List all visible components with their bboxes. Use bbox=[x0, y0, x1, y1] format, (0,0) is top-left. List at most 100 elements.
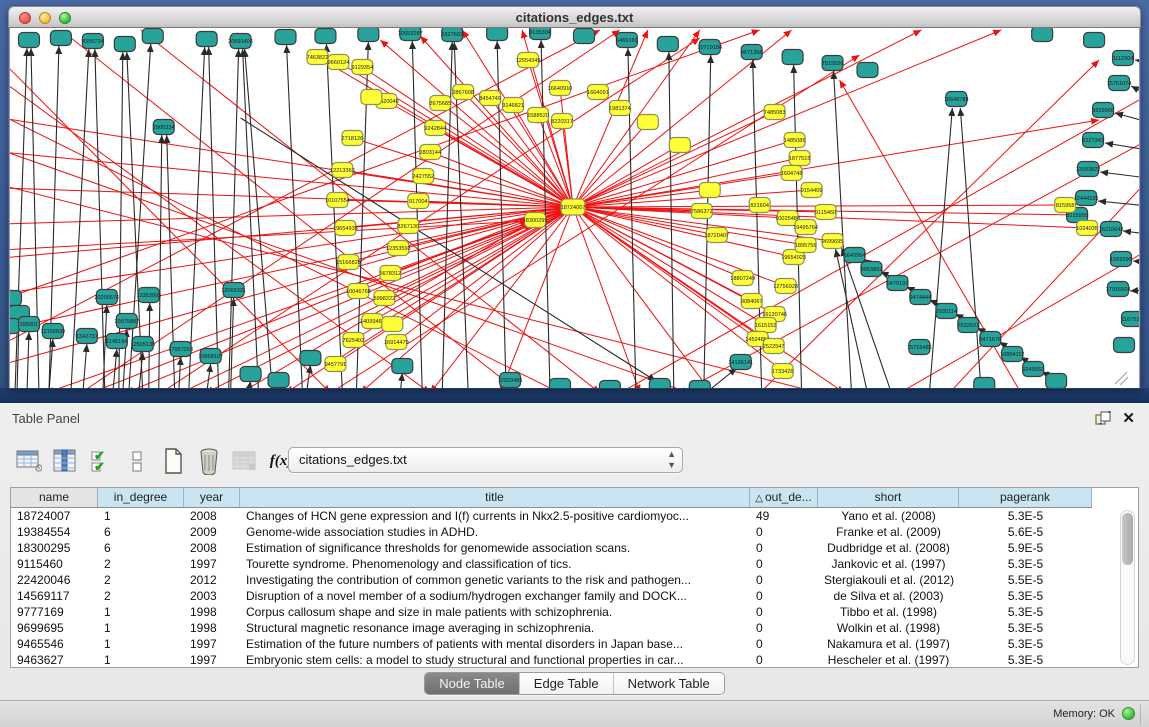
graph-node[interactable]: 9474444 bbox=[910, 290, 932, 305]
graph-node[interactable]: 8267130 bbox=[397, 219, 419, 234]
graph-node[interactable]: 1145194 bbox=[106, 334, 127, 349]
tab-edge-table[interactable]: Edge Table bbox=[520, 673, 614, 694]
graph-edge[interactable] bbox=[704, 55, 711, 388]
graph-node[interactable]: 2522547 bbox=[763, 339, 785, 354]
graph-node[interactable]: 10975887 bbox=[114, 314, 139, 329]
graph-edge[interactable] bbox=[573, 112, 775, 207]
graph-node[interactable] bbox=[240, 367, 261, 382]
table-row[interactable]: 1456911722003Disruption of a novel membe… bbox=[11, 588, 1092, 604]
graph-node[interactable] bbox=[657, 37, 678, 52]
table-cell[interactable]: Embryonic stem cells: a model to study s… bbox=[240, 652, 750, 668]
network-graph[interactable]: 4355724206914061065328715276028135304646… bbox=[10, 28, 1139, 388]
table-cell[interactable]: Franke et al. (2009) bbox=[818, 524, 959, 540]
graph-node[interactable]: 15716485 bbox=[907, 340, 932, 355]
table-cell[interactable]: 2008 bbox=[184, 540, 240, 556]
show-columns-icon[interactable] bbox=[50, 446, 80, 476]
table-cell[interactable]: 2 bbox=[98, 572, 184, 588]
table-cell[interactable]: Disruption of a novel member of a sodium… bbox=[240, 588, 750, 604]
graph-edge[interactable] bbox=[1130, 290, 1139, 291]
graph-edge[interactable] bbox=[1123, 231, 1139, 234]
graph-node[interactable] bbox=[699, 183, 720, 198]
graph-node[interactable]: 9115460 bbox=[815, 205, 836, 220]
table-cell[interactable]: 5.9E-5 bbox=[959, 540, 1092, 556]
graph-node[interactable]: 9245652 bbox=[1022, 362, 1044, 377]
graph-node[interactable]: 9154409 bbox=[801, 183, 823, 198]
graph-edge[interactable] bbox=[834, 71, 852, 388]
graph-node[interactable]: 7485083 bbox=[764, 105, 786, 120]
graph-node[interactable] bbox=[275, 30, 296, 45]
graph-node[interactable]: 10107554 bbox=[325, 193, 350, 208]
table-cell[interactable]: 2008 bbox=[184, 508, 240, 524]
graph-node[interactable]: 1112304 bbox=[1113, 51, 1134, 66]
table-cell[interactable]: 5.3E-5 bbox=[959, 636, 1092, 652]
graph-edge[interactable] bbox=[1131, 86, 1139, 95]
graph-edge[interactable] bbox=[1115, 113, 1139, 122]
graph-node[interactable]: 9084067 bbox=[741, 294, 763, 309]
graph-node[interactable] bbox=[637, 115, 658, 130]
graph-node[interactable]: 15166825 bbox=[336, 255, 361, 270]
graph-edge[interactable] bbox=[573, 120, 1099, 207]
table-cell[interactable]: 1 bbox=[98, 636, 184, 652]
graph-node[interactable]: 18807249 bbox=[730, 271, 755, 286]
table-cell[interactable]: 49 bbox=[750, 508, 818, 524]
graph-edge[interactable] bbox=[400, 373, 402, 388]
graph-node[interactable] bbox=[358, 28, 379, 42]
graph-node[interactable] bbox=[574, 29, 595, 44]
graph-edge[interactable] bbox=[27, 332, 29, 388]
graph-node[interactable]: 8135304 bbox=[529, 28, 551, 40]
graph-node[interactable]: 9129354 bbox=[352, 60, 374, 75]
graph-node[interactable]: 1615152 bbox=[755, 318, 777, 333]
graph-node[interactable]: 19495764 bbox=[793, 220, 818, 235]
table-cell[interactable]: 9777169 bbox=[11, 604, 98, 620]
table-cell[interactable]: Hescheler et al. (1997) bbox=[818, 652, 959, 668]
graph-edge[interactable] bbox=[1133, 261, 1139, 262]
graph-node[interactable]: 10854112 bbox=[1000, 347, 1024, 362]
graph-node[interactable] bbox=[50, 31, 71, 46]
close-panel-icon[interactable]: ✕ bbox=[1122, 409, 1135, 427]
table-cell[interactable]: Corpus callosum shape and size in male p… bbox=[240, 604, 750, 620]
table-cell[interactable]: 18300295 bbox=[11, 540, 98, 556]
table-cell[interactable]: 2009 bbox=[184, 524, 240, 540]
graph-node[interactable]: 1604748 bbox=[781, 166, 803, 181]
graph-node[interactable] bbox=[1084, 33, 1105, 48]
graph-node[interactable]: 20691406 bbox=[228, 34, 253, 49]
graph-node[interactable]: 10719184 bbox=[697, 40, 722, 55]
graph-node[interactable]: 1664091 bbox=[587, 85, 609, 100]
table-cell[interactable]: Yano et al. (2008) bbox=[818, 508, 959, 524]
table-cell[interactable]: 5.6E-5 bbox=[959, 524, 1092, 540]
graph-node[interactable]: 821604 bbox=[749, 198, 770, 213]
graph-node[interactable]: 19654935 bbox=[333, 221, 358, 236]
column-header-in_degree[interactable]: in_degree bbox=[98, 488, 184, 507]
table-cell[interactable]: Changes of HCN gene expression and I(f) … bbox=[240, 508, 750, 524]
column-header-name[interactable]: name bbox=[11, 488, 98, 507]
graph-node[interactable]: 2803144 bbox=[419, 145, 441, 160]
graph-edge[interactable] bbox=[306, 365, 310, 388]
graph-edge[interactable] bbox=[620, 95, 1139, 388]
graph-node[interactable]: 9329966 bbox=[1092, 103, 1114, 118]
graph-node[interactable]: 2905334 bbox=[153, 120, 175, 135]
graph-node[interactable] bbox=[114, 37, 135, 52]
graph-node[interactable]: 1342737 bbox=[76, 329, 98, 344]
graph-node[interactable] bbox=[782, 50, 803, 65]
table-cell[interactable]: 0 bbox=[750, 588, 818, 604]
table-scrollbar-thumb[interactable] bbox=[1122, 513, 1133, 565]
graph-edge[interactable] bbox=[326, 44, 342, 388]
table-cell[interactable]: Estimation of significance thresholds fo… bbox=[240, 540, 750, 556]
graph-node[interactable] bbox=[10, 291, 21, 306]
table-cell[interactable]: 5.3E-5 bbox=[959, 508, 1092, 524]
graph-node[interactable]: 1485086 bbox=[784, 133, 806, 148]
graph-node[interactable]: 14136141 bbox=[728, 355, 753, 370]
delete-column-icon[interactable] bbox=[194, 446, 224, 476]
table-cell[interactable]: 5.3E-5 bbox=[959, 604, 1092, 620]
table-cell[interactable]: 2012 bbox=[184, 572, 240, 588]
graph-node[interactable] bbox=[1032, 28, 1053, 42]
table-cell[interactable]: 0 bbox=[750, 636, 818, 652]
table-cell[interactable]: 19384554 bbox=[11, 524, 98, 540]
graph-node[interactable] bbox=[974, 378, 995, 389]
graph-node[interactable] bbox=[487, 28, 508, 41]
graph-node[interactable]: 12353993 bbox=[136, 288, 161, 303]
graph-node[interactable]: 5678312 bbox=[379, 266, 401, 281]
graph-node[interactable]: 2867608 bbox=[452, 85, 474, 100]
table-cell[interactable]: Dudbridge et al. (2008) bbox=[818, 540, 959, 556]
table-cell[interactable]: Jankovic et al. (1997) bbox=[818, 556, 959, 572]
